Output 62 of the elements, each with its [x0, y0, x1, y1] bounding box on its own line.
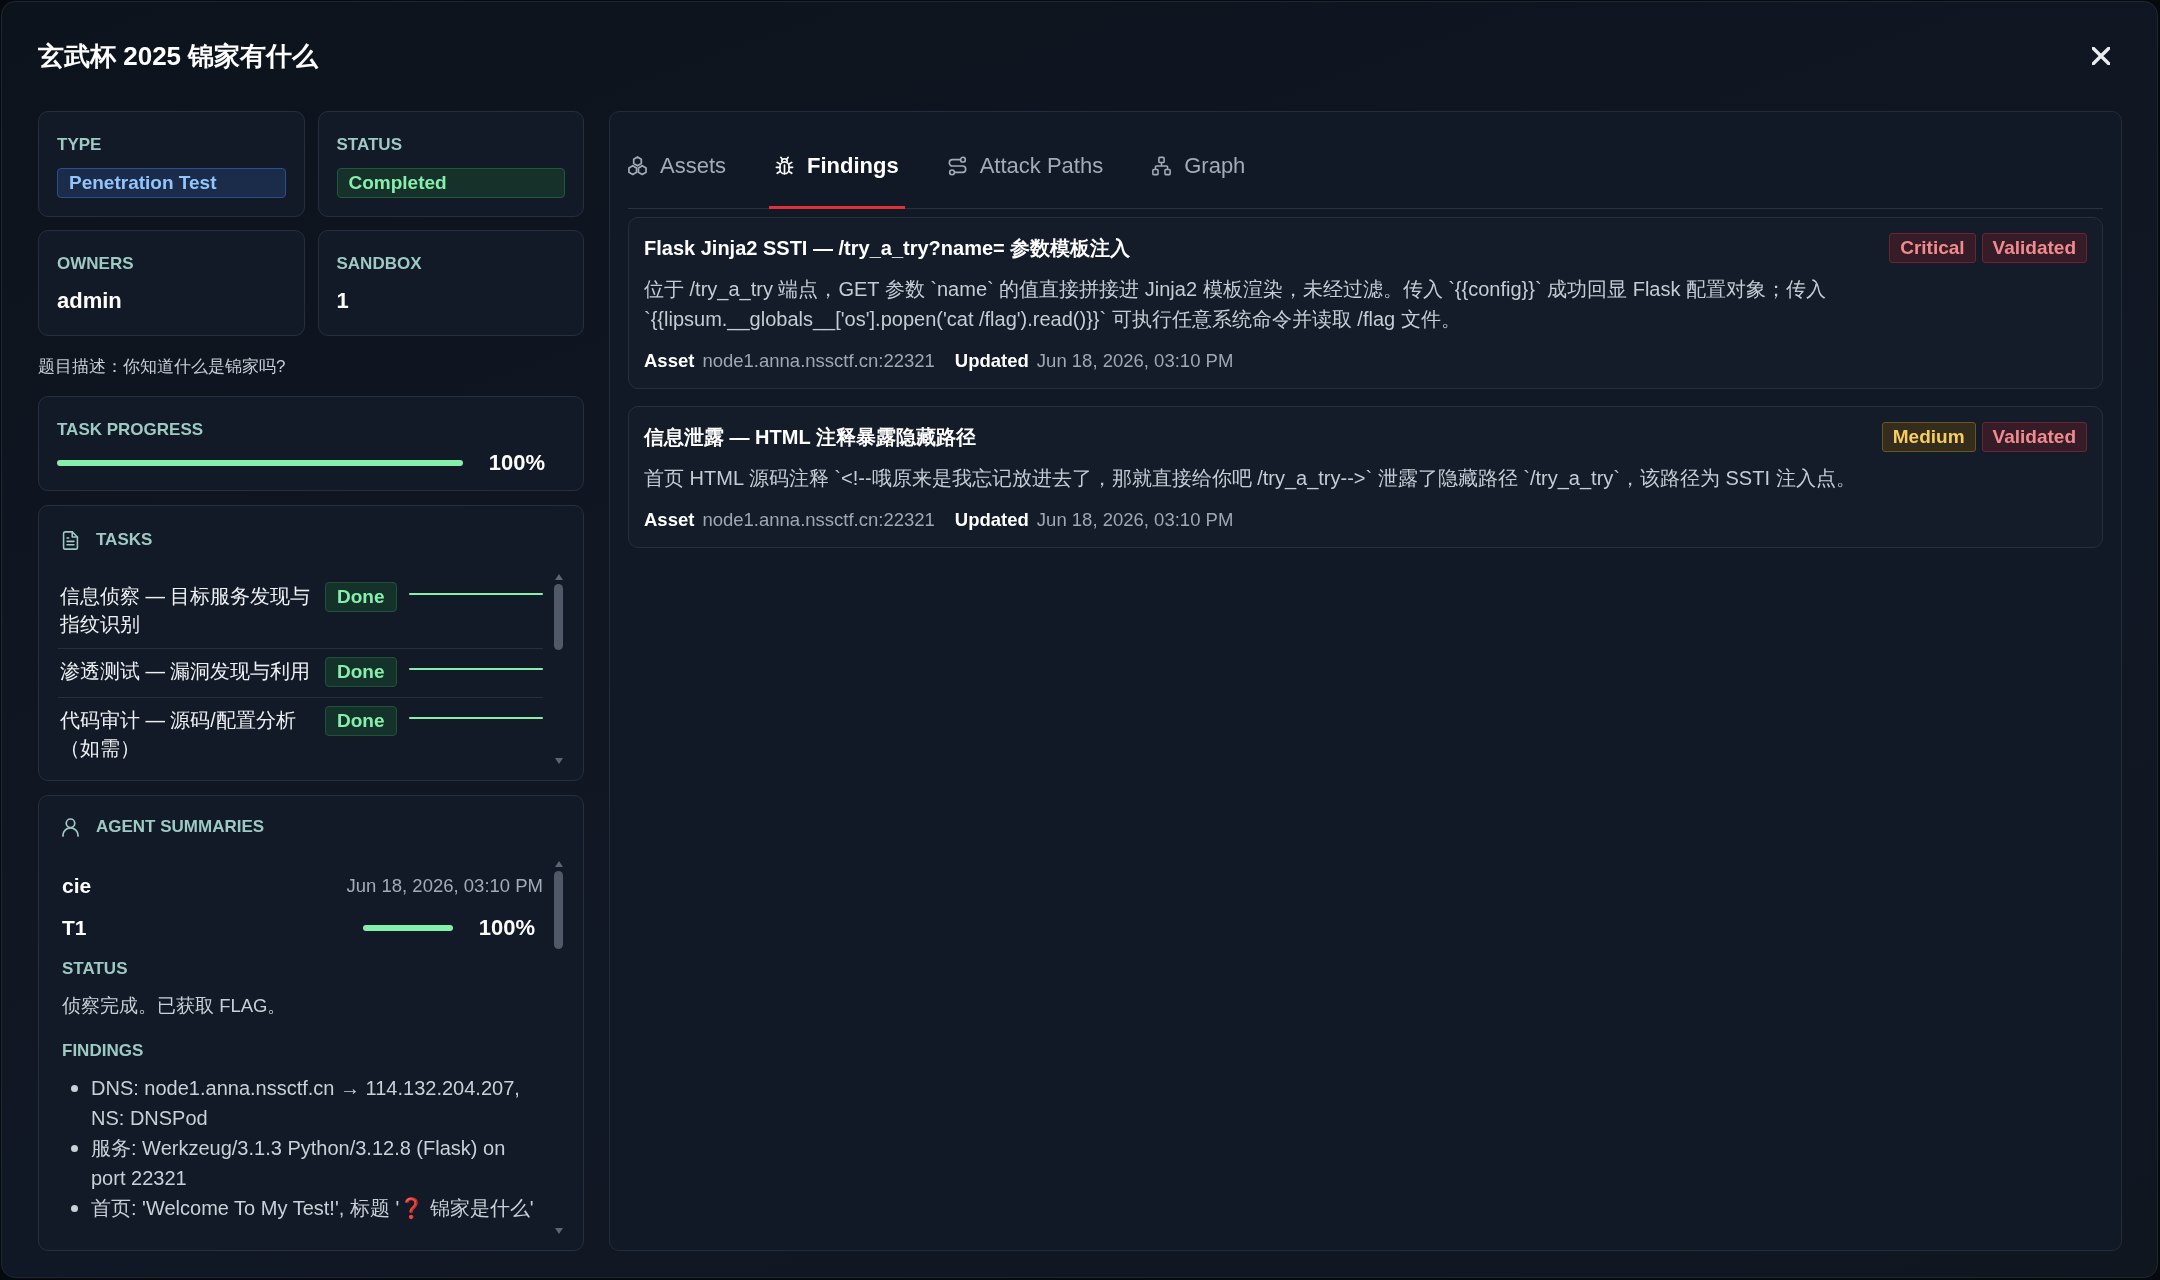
dialog-title: 玄武杯 2025 锦家有什么 — [38, 39, 319, 73]
field-label: STATUS — [336, 135, 402, 155]
field-label: OWNERS — [57, 254, 134, 274]
section-title: TASKS — [96, 530, 153, 550]
finding-text: DNS: node1.anna.nssctf.cn → 114.132.204.207, NS: DNSPod — [91, 1076, 521, 1131]
finding-badge: Validated — [1981, 233, 2087, 263]
tab[interactable]: Findings — [769, 130, 905, 209]
scrollbar[interactable] — [554, 574, 563, 764]
meta-value: Jun 18, 2026, 03:10 PM — [1036, 349, 1234, 373]
progress-reading: 100% — [478, 915, 535, 941]
meta-label: Asset — [644, 508, 695, 532]
section-title: AGENT SUMMARIES — [96, 817, 265, 837]
field-value: 1 — [336, 287, 349, 315]
meta-label: Asset — [644, 349, 695, 373]
cubes-icon — [628, 156, 647, 176]
status-badge: Done — [325, 706, 397, 736]
section-label: FINDINGS — [62, 1041, 144, 1061]
bug-icon — [775, 156, 795, 176]
finding-badge: Medium — [1881, 422, 1976, 452]
finding-description: 首页 HTML 源码注释 `<!--哦原来是我忘记放进去了，那就直接给你吧 /try_a_try-->` 泄露了隐藏路径 `/try_a_try`，该路径为 SSTI 注入点。 — [644, 466, 1857, 492]
task-name: 信息侦察 — 目标服务发现与指纹识别 — [60, 584, 312, 637]
progress-reading: 100% — [488, 450, 545, 476]
task-name: 渗透测试 — 漏洞发现与利用 — [60, 659, 312, 684]
agent-name: cie — [62, 873, 92, 899]
finding-description: 位于 /try_a_try 端点，GET 参数 `name` 的值直接拼接进 Jinja2 模板渲染，未经过滤。传入 `{{config}}` 成功回显 Flask 配置对象；传入 `{{lipsum.__globals__['os'].popen('cat /flag').read()}}` 可执行任意系统命令并读取 /flag 文件。 — [644, 277, 1828, 333]
network-icon — [1152, 156, 1172, 176]
status-badge: Done — [325, 657, 397, 687]
tab[interactable]: Assets — [622, 130, 733, 209]
finding-title: Flask Jinja2 SSTI — /try_a_try?name= 参数模板注入 — [644, 236, 1131, 261]
status-text: 侦察完成。已获取 FLAG。 — [62, 994, 288, 1018]
bullet-icon — [71, 1145, 78, 1152]
status-badge: Done — [325, 582, 397, 612]
section-label: TASK PROGRESS — [57, 420, 204, 440]
tab[interactable]: Attack Paths — [941, 130, 1110, 209]
timestamp: Jun 18, 2026, 03:10 PM — [346, 874, 543, 898]
task-name: 代码审计 — 源码/配置分析（如需） — [60, 708, 297, 761]
document-icon — [62, 530, 79, 550]
finding-badge: Validated — [1981, 422, 2087, 452]
field-label: SANDBOX — [336, 254, 422, 274]
close-icon — [2092, 47, 2110, 65]
meta-value: node1.anna.nssctf.cn:22321 — [702, 349, 935, 373]
finding-text: 服务: Werkzeug/3.1.3 Python/3.12.8 (Flask) on port 22321 — [91, 1136, 507, 1191]
value-badge: Penetration Test — [57, 168, 286, 198]
bullet-icon — [71, 1205, 78, 1212]
bullet-icon — [71, 1085, 78, 1092]
meta-label: Updated — [954, 508, 1029, 532]
value-badge: Completed — [336, 168, 565, 198]
description-text: 题目描述：你知道什么是锦家吗? — [38, 356, 287, 378]
task-id: T1 — [62, 915, 87, 941]
meta-label: Updated — [954, 349, 1029, 373]
meta-value: Jun 18, 2026, 03:10 PM — [1036, 508, 1234, 532]
section-label: STATUS — [62, 959, 128, 979]
finding-text: 首页: 'Welcome To My Test!', 标题 '❓ 锦家是什么' — [91, 1196, 534, 1221]
route-icon — [947, 156, 967, 176]
scrollbar[interactable] — [554, 861, 563, 1234]
finding-title: 信息泄露 — HTML 注释暴露隐藏路径 — [644, 425, 976, 450]
field-value: admin — [57, 287, 122, 315]
field-label: TYPE — [57, 135, 102, 155]
tab[interactable]: Graph — [1146, 130, 1252, 209]
meta-value: node1.anna.nssctf.cn:22321 — [702, 508, 935, 532]
finding-badge: Critical — [1889, 233, 1976, 263]
user-icon — [62, 817, 79, 837]
